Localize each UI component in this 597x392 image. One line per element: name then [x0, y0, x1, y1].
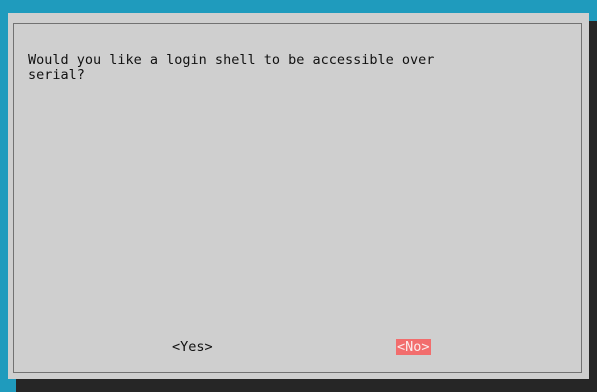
no-button[interactable]: <No> — [396, 339, 431, 355]
confirmation-dialog: Would you like a login shell to be acces… — [8, 13, 589, 379]
terminal-screen: { "dialog": { "message": "Would you like… — [0, 0, 597, 392]
yes-button[interactable]: <Yes> — [171, 339, 214, 355]
dialog-shadow-bottom — [16, 379, 597, 392]
dialog-message: Would you like a login shell to be acces… — [28, 52, 435, 83]
dialog-shadow-right — [589, 21, 597, 379]
